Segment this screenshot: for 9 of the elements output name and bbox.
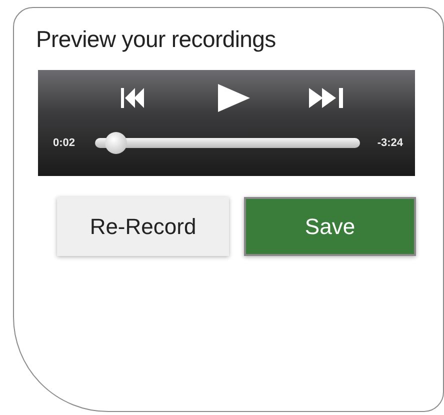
remaining-time: -3:24: [377, 137, 403, 149]
skip-back-icon[interactable]: [121, 88, 145, 108]
elapsed-time: 0:02: [53, 137, 76, 149]
re-record-button[interactable]: Re-Record: [57, 197, 229, 256]
panel-title: Preview your recordings: [36, 26, 277, 54]
slider-thumb[interactable]: [104, 132, 127, 154]
save-button[interactable]: Save: [244, 197, 416, 256]
play-icon[interactable]: [218, 84, 250, 112]
seek-slider[interactable]: [95, 132, 360, 154]
